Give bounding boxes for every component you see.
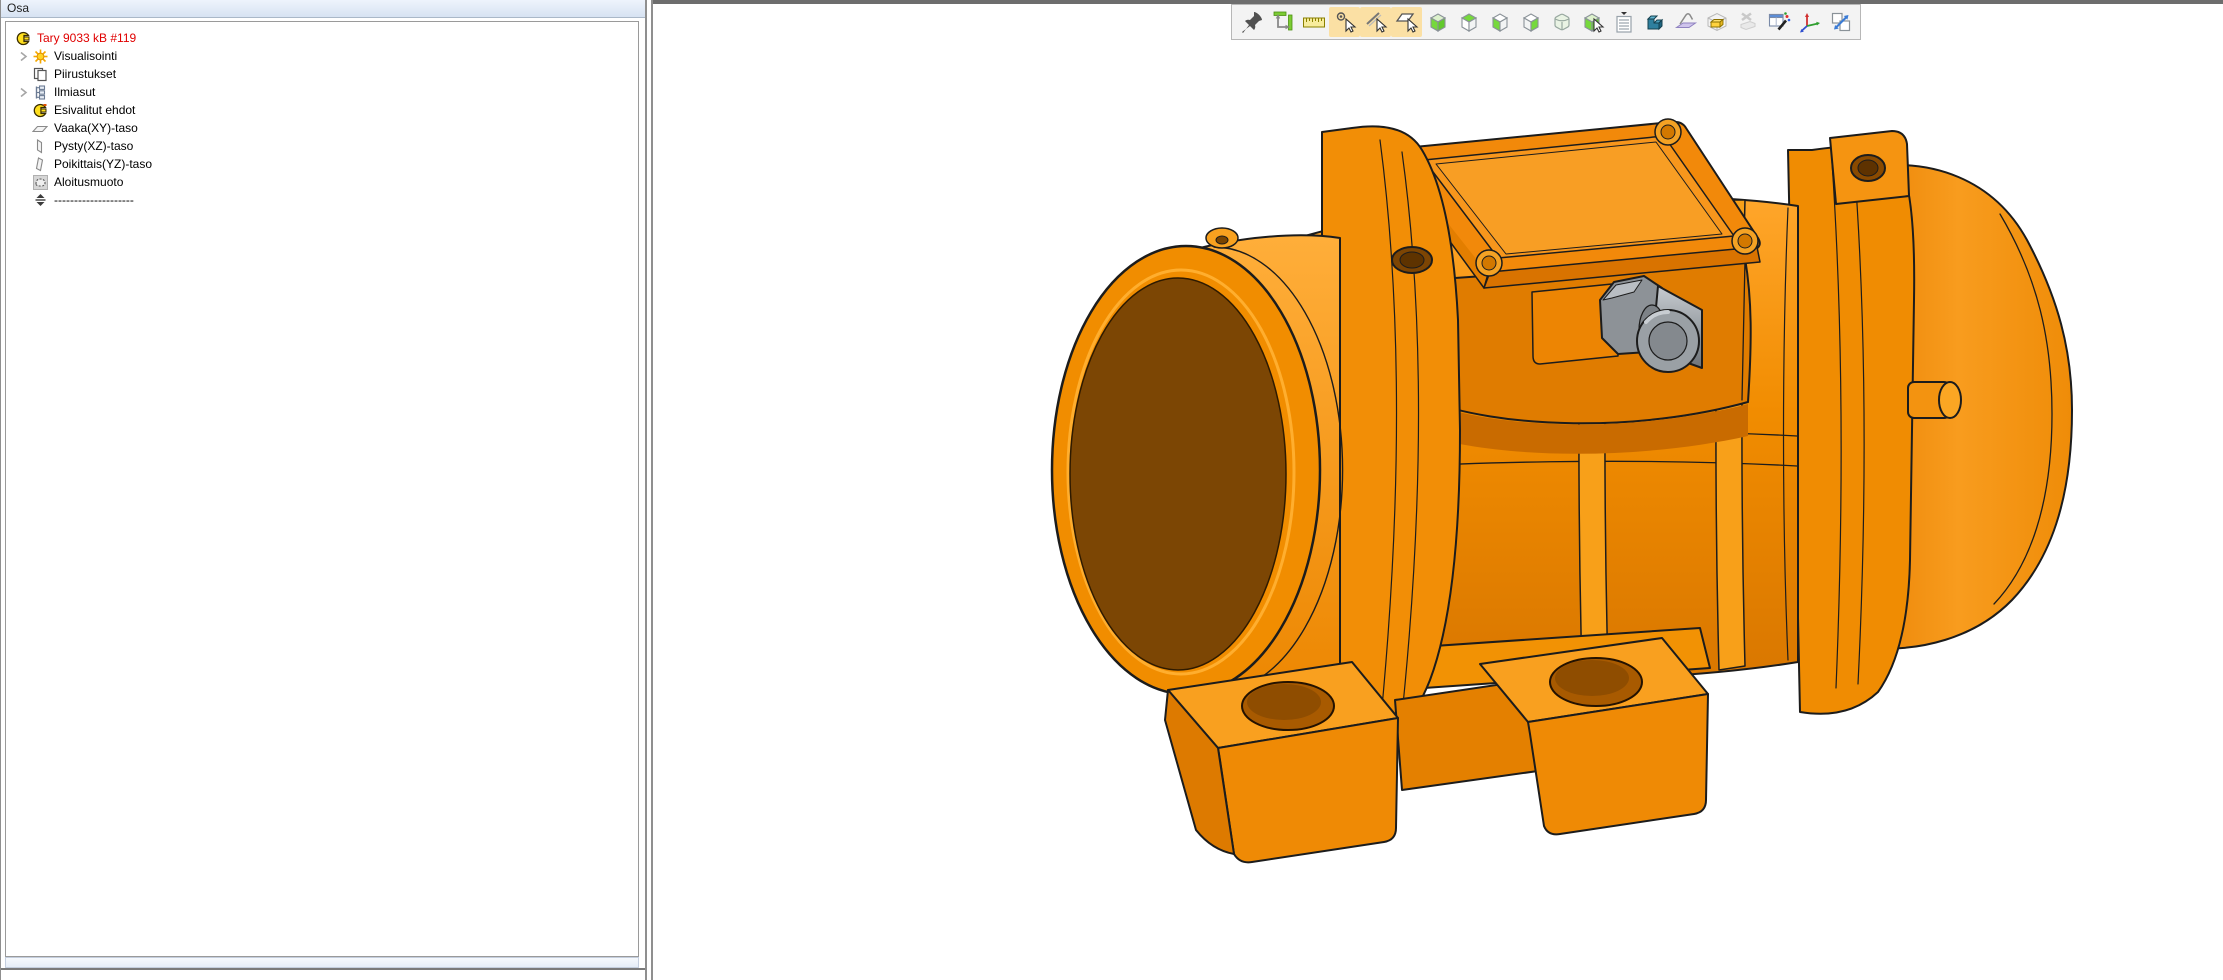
ruler-icon	[1302, 10, 1326, 34]
insert-marker-icon	[32, 193, 48, 208]
chevron-right-icon[interactable]	[15, 50, 32, 63]
part-scene-icon	[15, 31, 31, 46]
tree-item-label: Vaaka(XY)-taso	[54, 121, 138, 135]
properties-sheet-icon	[1612, 10, 1636, 34]
tree-item-root-part[interactable]: Tary 9033 kB #119	[6, 29, 638, 47]
cube-left-face-button[interactable]	[1484, 7, 1515, 37]
preset-conditions-icon	[32, 103, 48, 118]
tree-item-label: Piirustukset	[54, 67, 116, 81]
select-vertex-filter-button[interactable]	[1329, 7, 1360, 37]
tree-item-plane-yz[interactable]: Poikittais(YZ)-taso	[6, 155, 638, 173]
tree-item-plane-xy[interactable]: Vaaka(XY)-taso	[6, 119, 638, 137]
sun-icon	[32, 49, 48, 64]
cad-application-window: { "panel": { "title": "Osa", "tree": [ {…	[0, 0, 2223, 980]
select-edge-filter-button[interactable]	[1360, 7, 1391, 37]
exchange-view-icon	[1829, 10, 1853, 34]
cube-right-face-icon	[1519, 10, 1543, 34]
tree-item-label: Esivalitut ehdot	[54, 103, 135, 117]
extrude-shape-icon	[1643, 10, 1667, 34]
drawings-icon	[32, 67, 48, 82]
position-dimension-button[interactable]	[1267, 7, 1298, 37]
tree-item-label: Pysty(XZ)-taso	[54, 139, 133, 153]
select-body-button[interactable]	[1577, 7, 1608, 37]
properties-sheet-button[interactable]	[1608, 7, 1639, 37]
tree-item-label: Aloitusmuoto	[54, 175, 123, 189]
render-wizard-button[interactable]	[1763, 7, 1794, 37]
tree-item-label: Tary 9033 kB #119	[37, 31, 136, 45]
select-edge-icon	[1364, 10, 1388, 34]
motor-3d-model[interactable]	[653, 0, 2223, 980]
tree-item-piirustukset[interactable]: Piirustukset	[6, 65, 638, 83]
extrude-shape-button[interactable]	[1639, 7, 1670, 37]
cube-top-face-icon	[1457, 10, 1481, 34]
tree-item-insert-marker[interactable]: --------------------	[6, 191, 638, 209]
triad-axes-icon	[1798, 10, 1822, 34]
feature-tree-panel: Osa Tary 9033 kB #119 Visualisointi Piir…	[0, 0, 645, 980]
tree-item-label: Poikittais(YZ)-taso	[54, 157, 152, 171]
tree-item-ilmiasut[interactable]: Ilmiasut	[6, 83, 638, 101]
select-vertex-icon	[1333, 10, 1357, 34]
plane-xz-icon	[32, 139, 48, 154]
select-face-icon	[1395, 10, 1419, 34]
pin-icon	[1240, 10, 1264, 34]
panel-bottom-divider	[1, 968, 646, 970]
plane-xy-icon	[32, 121, 48, 136]
collapsed-panel-caption[interactable]	[5, 957, 639, 968]
tree-item-plane-xz[interactable]: Pysty(XZ)-taso	[6, 137, 638, 155]
render-wizard-icon	[1767, 10, 1791, 34]
mounting-foot-left[interactable]	[1165, 662, 1398, 862]
tree-item-aloitusmuoto[interactable]: Aloitusmuoto	[6, 173, 638, 191]
chevron-right-icon[interactable]	[15, 86, 32, 99]
cube-left-face-icon	[1488, 10, 1512, 34]
exchange-view-button[interactable]	[1825, 7, 1856, 37]
floating-toolbar	[1231, 4, 1861, 40]
smooth-solid-button[interactable]	[1546, 7, 1577, 37]
ruler-button[interactable]	[1298, 7, 1329, 37]
cube-front-face-button[interactable]	[1422, 7, 1453, 37]
cube-front-face-icon	[1426, 10, 1450, 34]
select-body-icon	[1581, 10, 1605, 34]
sheet-metal-bend-button[interactable]	[1670, 7, 1701, 37]
select-face-filter-button[interactable]	[1391, 7, 1422, 37]
position-dimension-icon	[1271, 10, 1295, 34]
panel-splitter[interactable]	[645, 0, 653, 980]
panel-title: Osa	[1, 0, 645, 18]
sheet-metal-bend-icon	[1674, 10, 1698, 34]
start-shape-icon	[32, 175, 48, 190]
tree-item-label: Ilmiasut	[54, 85, 95, 99]
bounding-box-button[interactable]	[1701, 7, 1732, 37]
tree-item-visualisointi[interactable]: Visualisointi	[6, 47, 638, 65]
feature-tree[interactable]: Tary 9033 kB #119 Visualisointi Piirustu…	[5, 21, 639, 957]
pin-button[interactable]	[1236, 7, 1267, 37]
tree-item-label: Visualisointi	[54, 49, 117, 63]
tree-item-label: --------------------	[54, 193, 134, 207]
triad-axes-button[interactable]	[1794, 7, 1825, 37]
cube-right-face-button[interactable]	[1515, 7, 1546, 37]
remove-box-button	[1732, 7, 1763, 37]
cube-top-face-button[interactable]	[1453, 7, 1484, 37]
smooth-solid-icon	[1550, 10, 1574, 34]
plane-yz-icon	[32, 157, 48, 172]
left-end-cap[interactable]	[1052, 228, 1343, 704]
configurations-icon	[32, 85, 48, 100]
remove-box-icon	[1736, 10, 1760, 34]
tree-item-esivalitut-ehdot[interactable]: Esivalitut ehdot	[6, 101, 638, 119]
bounding-box-icon	[1705, 10, 1729, 34]
